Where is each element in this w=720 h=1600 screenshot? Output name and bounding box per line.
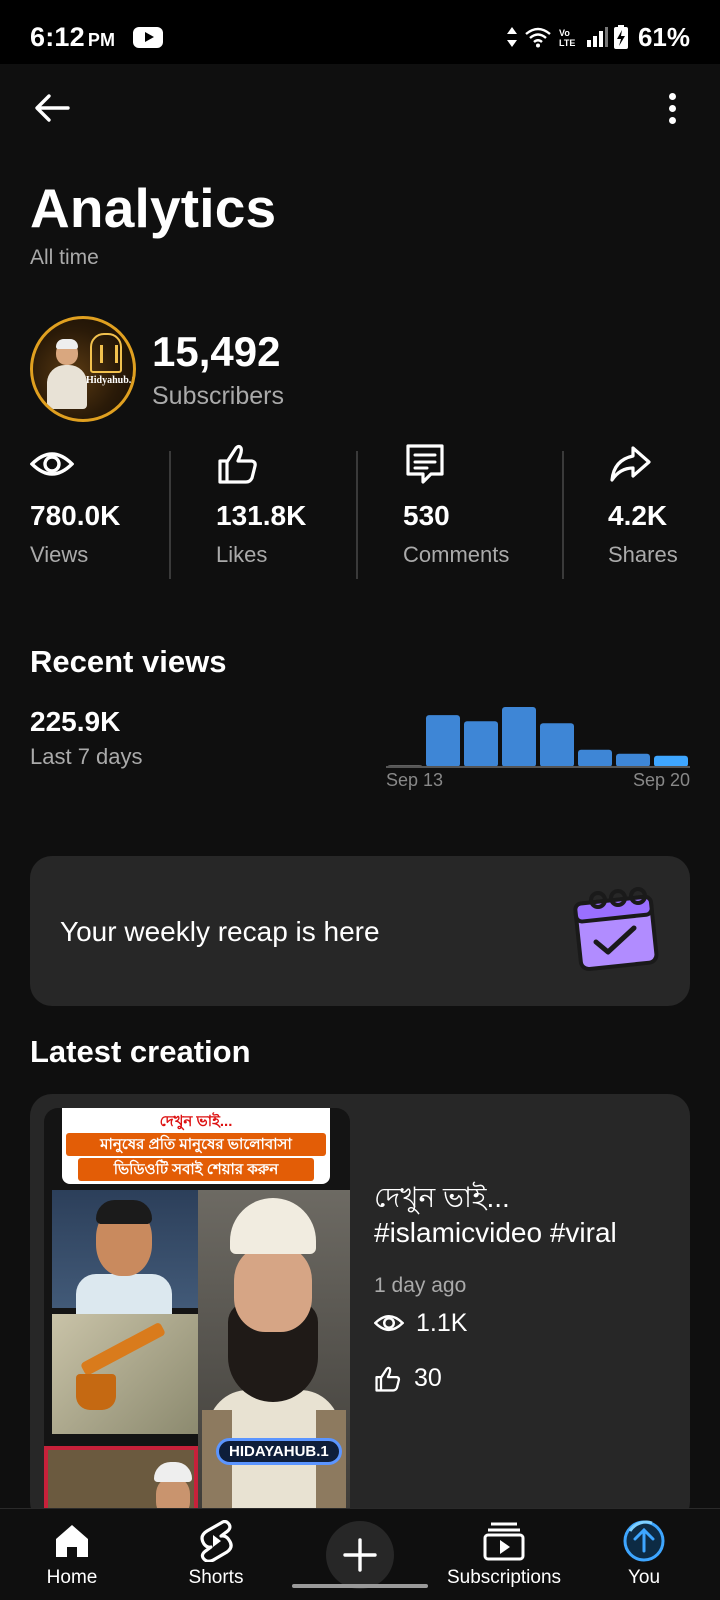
data-arrows-icon: [506, 27, 517, 47]
recent-views-chart[interactable]: [386, 686, 690, 768]
channel-avatar: Hidyahub.1: [30, 316, 136, 422]
chart-bar[interactable]: [540, 723, 574, 767]
subscriber-label: Subscribers: [152, 382, 284, 410]
chart-bar[interactable]: [502, 707, 536, 767]
calendar-check-icon: [573, 887, 659, 971]
thumbnail-banner: দেখুন ভাই... মানুষের প্রতি মানুষের ভালোব…: [62, 1108, 330, 1184]
status-icons: Vo LTE 61%: [506, 22, 690, 52]
status-bar: 6:12 PM Vo LTE 61%: [0, 0, 720, 64]
shares-value: 4.2K: [608, 500, 668, 531]
comment-icon: [406, 444, 444, 484]
likes-value: 131.8K: [216, 500, 307, 531]
video-views: 1.1K: [374, 1308, 467, 1338]
latest-creation-card[interactable]: দেখুন ভাই... মানুষের প্রতি মানুষের ভালোব…: [30, 1094, 690, 1524]
arrow-left-icon: [35, 94, 70, 122]
video-title[interactable]: দেখুন ভাই... #islamicvideo #viral: [374, 1180, 664, 1250]
views-label: Views: [30, 542, 89, 567]
svg-text:Vo: Vo: [559, 28, 570, 38]
chart-bar[interactable]: [464, 721, 498, 767]
wifi-icon: [525, 27, 551, 48]
thumb-up-icon: [375, 1366, 401, 1392]
nav-subscriptions[interactable]: Subscriptions: [444, 1509, 564, 1600]
comments-label: Comments: [403, 542, 510, 567]
chart-bar[interactable]: [426, 715, 460, 767]
thumbnail-watermark: HIDAYAHUB.1: [216, 1438, 342, 1465]
you-avatar-icon: [623, 1520, 665, 1562]
battery-percent: 61%: [637, 21, 690, 52]
nav-home[interactable]: Home: [32, 1509, 112, 1600]
mosque-logo-icon: [90, 333, 122, 373]
more-options-button[interactable]: [650, 86, 694, 130]
share-icon: [610, 446, 651, 482]
signal-icon: [586, 27, 608, 47]
weekly-recap-card[interactable]: Your weekly recap is here: [30, 856, 690, 1006]
latest-creation-title: Latest creation: [30, 1034, 251, 1069]
recent-views-value: 225.9K: [30, 706, 121, 737]
youtube-notification-icon: [133, 27, 163, 48]
shares-label: Shares: [608, 542, 678, 567]
likes-label: Likes: [216, 542, 268, 567]
battery-charging-icon: [613, 25, 628, 49]
thumb-up-icon: [218, 444, 257, 484]
stat-divider: [562, 451, 564, 579]
chart-bar[interactable]: [616, 753, 650, 767]
chart-end-label: Sep 20: [632, 770, 690, 790]
recent-views-period: Last 7 days: [30, 744, 143, 769]
chart-start-label: Sep 13: [386, 770, 444, 790]
comments-value: 530: [403, 500, 450, 531]
svg-text:LTE: LTE: [559, 38, 575, 48]
plus-icon: [343, 1538, 377, 1572]
status-time: 6:12 PM: [30, 22, 116, 52]
page-title: Analytics: [30, 177, 277, 239]
shorts-icon: [200, 1520, 233, 1562]
more-vert-icon: [668, 92, 676, 100]
chart-bar[interactable]: [654, 755, 688, 767]
recent-views-title: Recent views: [30, 644, 227, 679]
subscriber-count: 15,492: [152, 328, 281, 375]
video-age: 1 day ago: [374, 1274, 467, 1297]
stat-divider: [356, 451, 358, 579]
views-value: 780.0K: [30, 500, 121, 531]
stat-divider: [169, 451, 171, 579]
eye-icon: [374, 1314, 404, 1332]
video-thumbnail[interactable]: দেখুন ভাই... মানুষের প্রতি মানুষের ভালোব…: [44, 1108, 350, 1524]
eye-icon: [30, 452, 74, 476]
time-range-label: All time: [30, 246, 99, 269]
nav-you[interactable]: You: [604, 1509, 684, 1600]
back-button[interactable]: [30, 86, 74, 130]
nav-shorts[interactable]: Shorts: [176, 1509, 256, 1600]
subscriptions-icon: [483, 1522, 525, 1561]
video-likes: 30: [374, 1364, 442, 1393]
create-button[interactable]: [326, 1521, 394, 1589]
chart-bar[interactable]: [578, 749, 612, 767]
recap-text: Your weekly recap is here: [60, 916, 380, 947]
home-icon: [56, 1525, 88, 1557]
home-indicator: [292, 1584, 428, 1588]
volte-icon: VoLTE: [559, 28, 575, 48]
avatar-text: Hidyahub.1: [86, 375, 136, 386]
